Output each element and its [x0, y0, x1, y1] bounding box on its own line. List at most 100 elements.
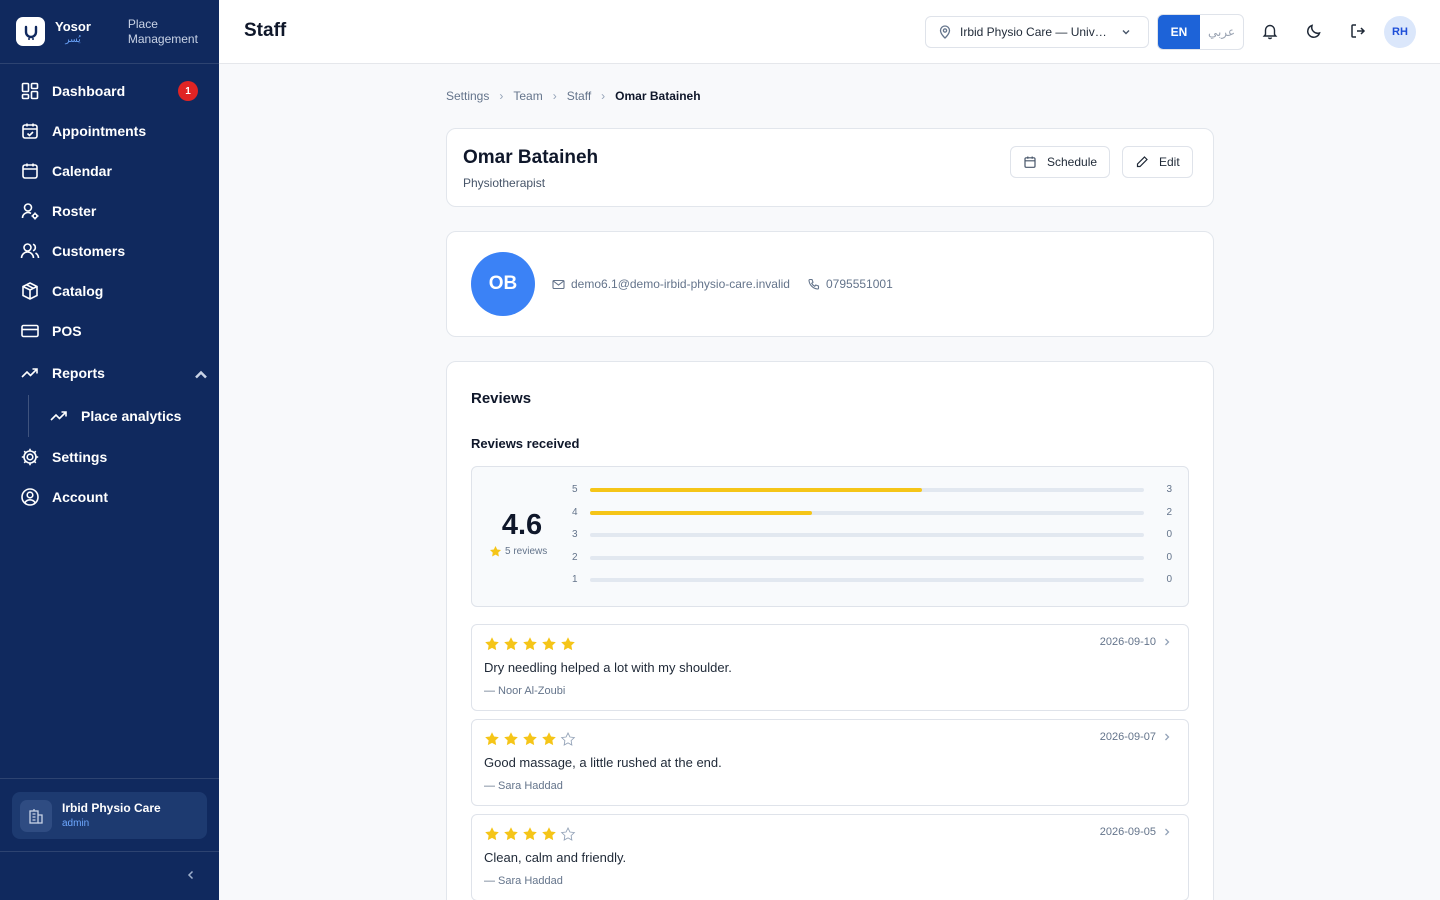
chevron-right-icon: ›: [499, 89, 504, 103]
user-avatar[interactable]: RH: [1384, 16, 1416, 48]
chevron-right-icon: [1165, 733, 1170, 741]
star-icon: [489, 545, 502, 557]
star-empty-icon: [560, 731, 576, 746]
brand-subtitle: Place Management: [128, 17, 198, 47]
review-date: 2026-09-05: [1100, 826, 1172, 838]
sidebar-item-account[interactable]: Account: [0, 477, 219, 517]
pencil-icon: [1136, 156, 1148, 168]
rating-bar-label: 3: [572, 529, 578, 540]
staff-role: Physiotherapist: [463, 176, 546, 190]
star-filled-icon: [485, 637, 499, 651]
staff-phone[interactable]: 0795551001: [807, 277, 893, 291]
logout-icon[interactable]: [1349, 22, 1367, 40]
rating-bar-count: 0: [1166, 529, 1172, 540]
schedule-button[interactable]: Schedule: [1010, 146, 1111, 178]
sidebar-item-label: Place analytics: [81, 408, 182, 424]
star-filled-icon: [542, 827, 556, 841]
sidebar-item-calendar[interactable]: Calendar: [0, 151, 219, 191]
review-item[interactable]: 2026-09-05 Clean, calm and friendly. — Sar…: [471, 814, 1189, 900]
calendar-icon: [1024, 156, 1036, 168]
breadcrumb-team[interactable]: Team: [513, 89, 542, 103]
review-stars: [484, 731, 579, 747]
brand-name-en: Yosor: [55, 18, 91, 34]
breadcrumb-settings[interactable]: Settings: [446, 89, 489, 103]
review-author: — Sara Haddad: [484, 780, 563, 792]
current-place-name: Irbid Physio Care: [62, 800, 161, 815]
star-filled-icon: [485, 827, 499, 841]
sidebar-item-settings[interactable]: Settings: [0, 437, 219, 477]
star-filled-icon: [504, 637, 518, 651]
staff-header-card: Omar Bataineh Physiotherapist Schedule E…: [446, 128, 1214, 207]
mail-icon: [552, 279, 565, 289]
lang-ar-button[interactable]: عربي: [1200, 15, 1243, 49]
sidebar-item-dashboard[interactable]: Dashboard 1: [0, 71, 219, 111]
lang-en-button[interactable]: EN: [1158, 15, 1200, 49]
staff-email[interactable]: demo6.1@demo-irbid-physio-care.invalid: [552, 277, 790, 291]
review-item[interactable]: 2026-09-07 Good massage, a little rushed …: [471, 719, 1189, 806]
package-icon: [22, 282, 38, 300]
review-stars: [484, 636, 579, 652]
rating-bar-count: 3: [1166, 484, 1172, 495]
review-comment: Clean, calm and friendly.: [484, 850, 627, 865]
star-filled-icon: [504, 827, 518, 841]
sidebar-item-place-analytics[interactable]: Place analytics: [0, 395, 219, 437]
rating-bar-fill: [590, 488, 923, 492]
language-toggle: EN عربي: [1157, 14, 1244, 50]
building-icon: [20, 799, 52, 832]
page-title: Staff: [244, 20, 287, 41]
phone-icon: [808, 278, 820, 290]
top-header: Staff Irbid Physio Care — University Str…: [219, 0, 1440, 64]
brand-subtitle-line1: Place: [127, 16, 158, 31]
rating-bar-track: [590, 533, 1144, 537]
rating-bar-track: [590, 488, 1144, 492]
review-item[interactable]: 2026-09-10 Dry needling helped a lot with…: [471, 624, 1189, 711]
sidebar-item-appointments[interactable]: Appointments: [0, 111, 219, 151]
rating-bar-track: [590, 578, 1144, 582]
sidebar-item-label: Settings: [52, 449, 108, 465]
chevron-up-icon[interactable]: [191, 365, 211, 385]
sidebar-item-label: Dashboard: [52, 83, 126, 99]
moon-icon[interactable]: [1305, 22, 1323, 40]
rating-bar-label: 2: [572, 552, 578, 563]
brand: Yosor يُسر Place Management: [0, 0, 219, 64]
sidebar-item-label: Calendar: [52, 163, 112, 179]
staff-name: Omar Bataineh: [463, 147, 599, 168]
review-date-text: 2026-09-10: [1099, 636, 1156, 648]
sidebar-footer: Irbid Physio Care admin: [0, 778, 219, 852]
edit-button[interactable]: Edit: [1122, 146, 1193, 178]
chevron-right-icon: ›: [601, 89, 606, 103]
notification-badge: 1: [178, 81, 198, 101]
sidebar-item-label: Customers: [52, 243, 126, 259]
dashboard-icon: [21, 82, 39, 100]
average-rating: 4.6: [501, 509, 543, 541]
place-selector[interactable]: Irbid Physio Care — University Street: [925, 16, 1149, 48]
bell-icon[interactable]: [1261, 22, 1279, 40]
sidebar-item-catalog[interactable]: Catalog: [0, 271, 219, 311]
sidebar-item-customers[interactable]: Customers: [0, 231, 219, 271]
current-place-card[interactable]: Irbid Physio Care admin: [12, 792, 207, 839]
chevron-right-icon: [1165, 638, 1170, 646]
review-author: — Noor Al-Zoubi: [484, 685, 566, 697]
map-pin-icon: [939, 25, 951, 39]
sidebar-item-label: Appointments: [52, 123, 147, 139]
chevron-right-icon: [1165, 828, 1170, 836]
star-filled-icon: [523, 732, 537, 746]
credit-card-icon: [21, 324, 39, 338]
current-place-text: Irbid Physio Care admin: [62, 801, 161, 831]
edit-button-label: Edit: [1159, 155, 1180, 169]
breadcrumb-staff[interactable]: Staff: [567, 89, 591, 103]
rating-bar-row: 10: [572, 574, 1172, 586]
review-stars: [484, 826, 579, 842]
sidebar-item-reports[interactable]: Reports: [0, 351, 219, 395]
reviews-card: Reviews Reviews received 4.6 5 reviews 5…: [446, 361, 1214, 900]
review-comment: Dry needling helped a lot with my should…: [484, 660, 732, 675]
gear-icon: [21, 448, 39, 466]
collapse-sidebar-icon[interactable]: [184, 868, 198, 882]
sidebar-item-label: Catalog: [52, 283, 104, 299]
sidebar-item-roster[interactable]: Roster: [0, 191, 219, 231]
calendar-icon: [22, 163, 38, 179]
review-comment: Good massage, a little rushed at the end…: [484, 755, 722, 770]
sidebar-item-pos[interactable]: POS: [0, 311, 219, 351]
calendar-check-icon: [22, 123, 38, 139]
rating-bar-fill: [590, 511, 812, 515]
